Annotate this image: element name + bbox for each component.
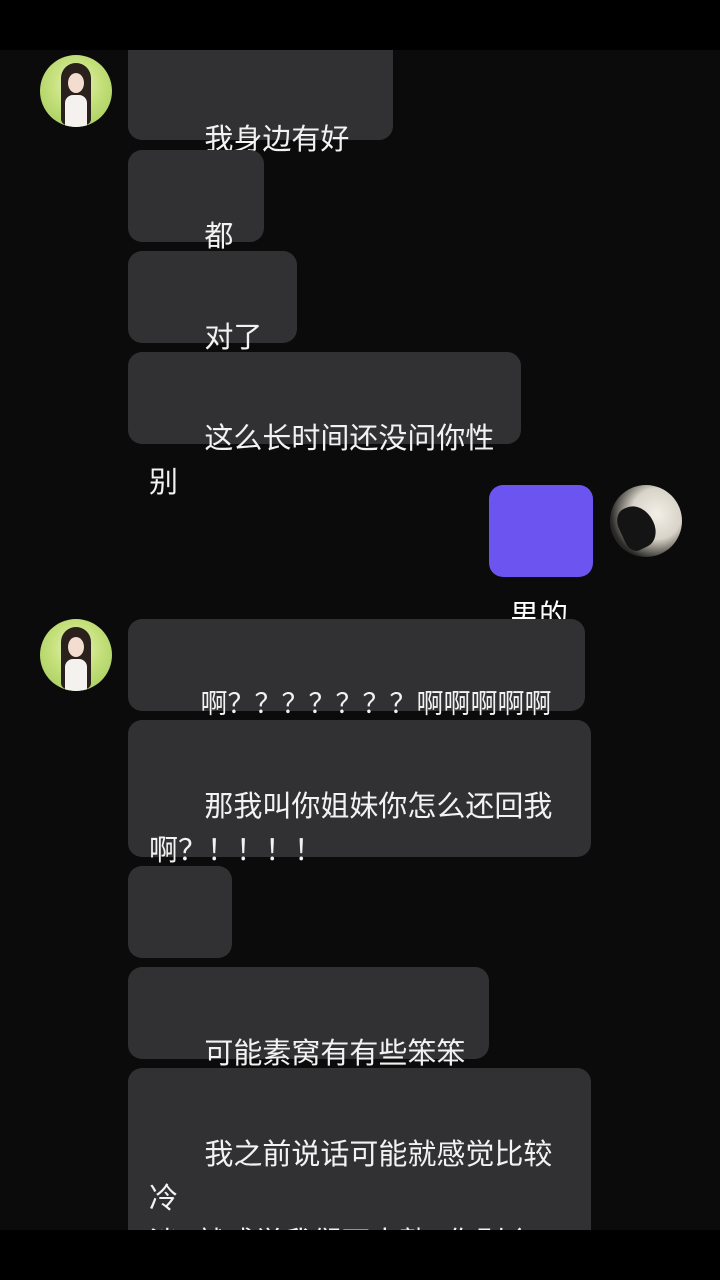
avatar-face-shape	[68, 637, 84, 657]
avatar-dress-shape	[65, 659, 87, 691]
message-text: 那我叫你姐妹你怎么还回我 啊？！！！！	[149, 789, 553, 867]
avatar-face-shape	[68, 73, 84, 93]
incoming-message-bubble[interactable]: 我身边有好多人	[128, 50, 393, 200]
incoming-message-bubble[interactable]: 那我叫你姐妹你怎么还回我 啊？！！！！	[128, 720, 591, 867]
incoming-message-bubble[interactable]: 都媚男	[128, 150, 264, 297]
incoming-message-bubble[interactable]: 这么长时间还没问你性别	[128, 352, 521, 499]
outgoing-message-bubble[interactable]: 男的	[489, 485, 593, 632]
chat-message-list[interactable]: 我身边有好多人 都媚男 对了姐妹 这么长时间还没问你性别 男的 啊？？？？？？？…	[0, 50, 720, 1230]
avatar-dark-shape	[612, 499, 662, 555]
incoming-message-bubble[interactable]: 服惹	[128, 866, 232, 1013]
contact-avatar[interactable]	[40, 55, 112, 127]
top-black-bar	[0, 0, 720, 50]
message-text: 这么长时间还没问你性别	[149, 421, 495, 499]
avatar-dress-shape	[65, 95, 87, 127]
bottom-black-bar	[0, 1230, 720, 1280]
incoming-message-bubble[interactable]: 对了姐妹	[128, 251, 297, 398]
contact-avatar[interactable]	[40, 619, 112, 691]
chat-screen: 我身边有好多人 都媚男 对了姐妹 这么长时间还没问你性别 男的 啊？？？？？？？…	[0, 0, 720, 1280]
self-avatar[interactable]	[610, 485, 682, 557]
message-text: 我之前说话可能就感觉比较冷 淡 就感觉我们不太熟 你别介 意呀	[149, 1137, 553, 1230]
message-text: 啊？？？？？？？啊啊啊啊啊	[200, 689, 552, 720]
incoming-message-bubble[interactable]: 可能素窝有有些笨笨嘟	[128, 967, 489, 1114]
incoming-message-bubble[interactable]: 啊？？？？？？？啊啊啊啊啊	[128, 619, 585, 720]
incoming-message-bubble[interactable]: 我之前说话可能就感觉比较冷 淡 就感觉我们不太熟 你别介 意呀	[128, 1068, 591, 1230]
